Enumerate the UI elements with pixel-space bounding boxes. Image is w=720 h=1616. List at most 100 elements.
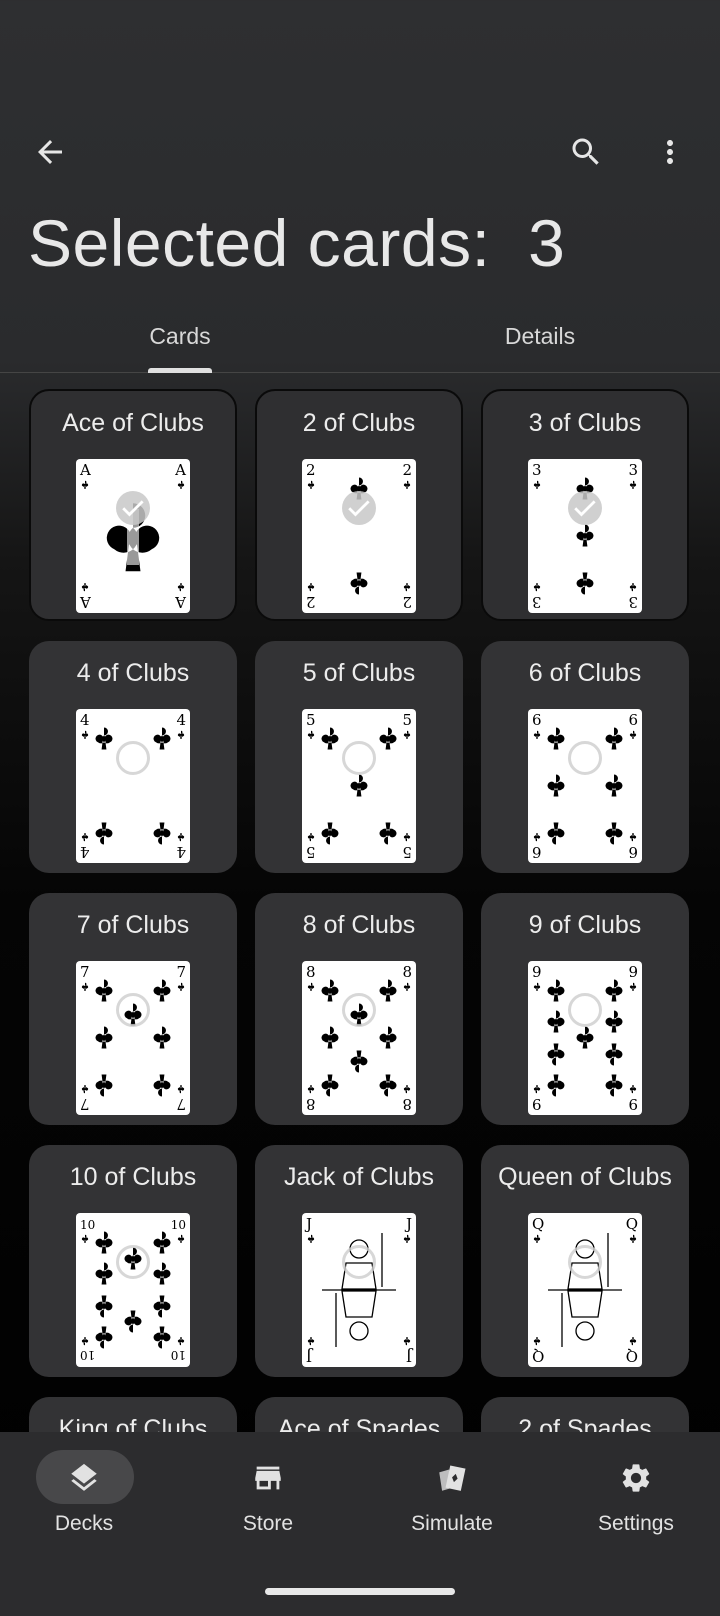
card-face-art: 2 2 2 2 — [306, 461, 412, 611]
empty-circle-icon — [116, 741, 150, 775]
card-tile[interactable]: Ace of Clubs A A A A — [29, 389, 237, 621]
card-face-art: 7 7 7 7 — [80, 963, 186, 1113]
search-button[interactable] — [562, 128, 610, 176]
svg-text:8: 8 — [306, 963, 316, 981]
svg-text:5: 5 — [402, 843, 412, 861]
tab-cards[interactable]: Cards — [80, 300, 280, 372]
svg-text:7: 7 — [80, 1095, 90, 1113]
svg-text:9: 9 — [628, 963, 638, 981]
svg-text:6: 6 — [628, 843, 638, 861]
card-name: 6 of Clubs — [528, 659, 642, 687]
svg-text:J: J — [304, 1215, 312, 1233]
card-tile[interactable]: 4 of Clubs 4 4 4 4 — [29, 641, 237, 873]
back-button[interactable] — [26, 128, 74, 176]
svg-text:8: 8 — [402, 1095, 412, 1113]
nav-label: Settings — [598, 1512, 674, 1535]
card-image: 7 7 7 7 — [76, 961, 190, 1115]
empty-circle-icon — [116, 993, 150, 1027]
svg-text:4: 4 — [176, 843, 186, 861]
svg-text:9: 9 — [532, 1095, 542, 1113]
svg-text:Q: Q — [532, 1215, 544, 1233]
card-image: 9 9 9 9 — [528, 961, 642, 1115]
check-circle-icon — [568, 491, 602, 525]
svg-text:6: 6 — [532, 843, 542, 861]
card-tile[interactable]: 2 of Spades2222 — [481, 1397, 689, 1432]
card-tile[interactable]: 5 of Clubs 5 5 5 5 — [255, 641, 463, 873]
check-circle-icon — [342, 491, 376, 525]
card-face-art: 3 3 3 3 — [532, 461, 638, 611]
card-name: 5 of Clubs — [302, 659, 416, 687]
card-tile[interactable]: 6 of Clubs 6 6 6 6 — [481, 641, 689, 873]
svg-text:8: 8 — [402, 963, 412, 981]
empty-circle-icon — [568, 741, 602, 775]
svg-text:3: 3 — [628, 593, 638, 611]
card-name: 10 of Clubs — [69, 1163, 197, 1191]
card-tile[interactable]: Jack of Clubs J J J J — [255, 1145, 463, 1377]
svg-text:5: 5 — [306, 843, 316, 861]
tab-bar: Cards Details — [0, 300, 720, 373]
card-tile[interactable]: King of ClubsKKKK — [29, 1397, 237, 1432]
card-tile[interactable]: 3 of Clubs 3 3 3 3 — [481, 389, 689, 621]
svg-text:7: 7 — [176, 963, 186, 981]
svg-text:8: 8 — [306, 1095, 316, 1113]
card-name: King of Clubs — [58, 1415, 208, 1432]
svg-text:3: 3 — [628, 461, 638, 479]
nav-item-settings[interactable]: Settings — [546, 1450, 720, 1560]
card-face-art: 6 6 6 6 — [532, 711, 638, 861]
nav-item-decks[interactable]: Decks — [0, 1450, 174, 1560]
card-name: 3 of Clubs — [528, 409, 642, 437]
page-title: Selected cards: 3 — [28, 206, 566, 280]
svg-text:5: 5 — [306, 711, 316, 729]
card-name: Ace of Spades — [277, 1415, 441, 1432]
cards-icon — [435, 1461, 469, 1495]
svg-text:2: 2 — [306, 593, 316, 611]
arrow-back-icon — [38, 140, 62, 164]
more-options-button[interactable] — [646, 128, 694, 176]
card-name: 8 of Clubs — [302, 911, 416, 939]
nav-item-simulate[interactable]: Simulate — [362, 1450, 542, 1560]
card-grid: Ace of Clubs A A A A 2 of Clubs 2 2 2 2 3 of Clubs… — [29, 389, 691, 1432]
card-face-art: 9 9 9 9 — [532, 963, 638, 1113]
card-name: 7 of Clubs — [76, 911, 190, 939]
empty-circle-icon — [568, 993, 602, 1027]
card-tile[interactable]: 10 of Clubs 10 10 10 10 — [29, 1145, 237, 1377]
card-image: 5 5 5 5 — [302, 709, 416, 863]
search-icon — [572, 138, 599, 165]
svg-text:Q: Q — [532, 1347, 544, 1365]
empty-circle-icon — [116, 1245, 150, 1279]
card-name: 9 of Clubs — [528, 911, 642, 939]
tab-details[interactable]: Details — [440, 300, 640, 372]
nav-label: Simulate — [411, 1512, 493, 1535]
empty-circle-icon — [342, 1245, 376, 1279]
home-indicator[interactable] — [265, 1588, 455, 1595]
card-tile[interactable]: Ace of SpadesAAAA — [255, 1397, 463, 1432]
nav-item-store[interactable]: Store — [178, 1450, 358, 1560]
svg-text:A: A — [175, 593, 187, 611]
svg-text:2: 2 — [402, 593, 412, 611]
card-tile[interactable]: 8 of Clubs 8 8 8 8 — [255, 893, 463, 1125]
card-image: A A A A — [76, 459, 190, 613]
card-image: J J J J — [302, 1213, 416, 1367]
card-image: 2 2 2 2 — [302, 459, 416, 613]
card-tile[interactable]: 2 of Clubs 2 2 2 2 — [255, 389, 463, 621]
card-name: Jack of Clubs — [283, 1163, 435, 1191]
card-face-art: A A A A — [79, 461, 187, 611]
svg-text:4: 4 — [176, 711, 186, 729]
card-image: 6 6 6 6 — [528, 709, 642, 863]
tab-indicator — [148, 368, 212, 373]
svg-text:10: 10 — [80, 1218, 95, 1232]
svg-text:A: A — [79, 461, 91, 479]
card-tile[interactable]: 9 of Clubs 9 9 9 9 — [481, 893, 689, 1125]
card-face-art: Q Q Q Q — [532, 1215, 638, 1365]
empty-circle-icon — [342, 741, 376, 775]
svg-text:5: 5 — [402, 711, 412, 729]
nav-label: Decks — [54, 1512, 114, 1535]
svg-text:Q: Q — [626, 1347, 638, 1365]
empty-circle-icon — [568, 1245, 602, 1279]
card-tile[interactable]: Queen of Clubs Q Q Q Q — [481, 1145, 689, 1377]
card-tile[interactable]: 7 of Clubs 7 7 7 7 — [29, 893, 237, 1125]
svg-text:10: 10 — [80, 1348, 95, 1362]
gear-icon — [619, 1461, 653, 1495]
check-circle-icon — [116, 491, 150, 525]
card-face-art: 10 10 10 10 — [80, 1218, 186, 1362]
